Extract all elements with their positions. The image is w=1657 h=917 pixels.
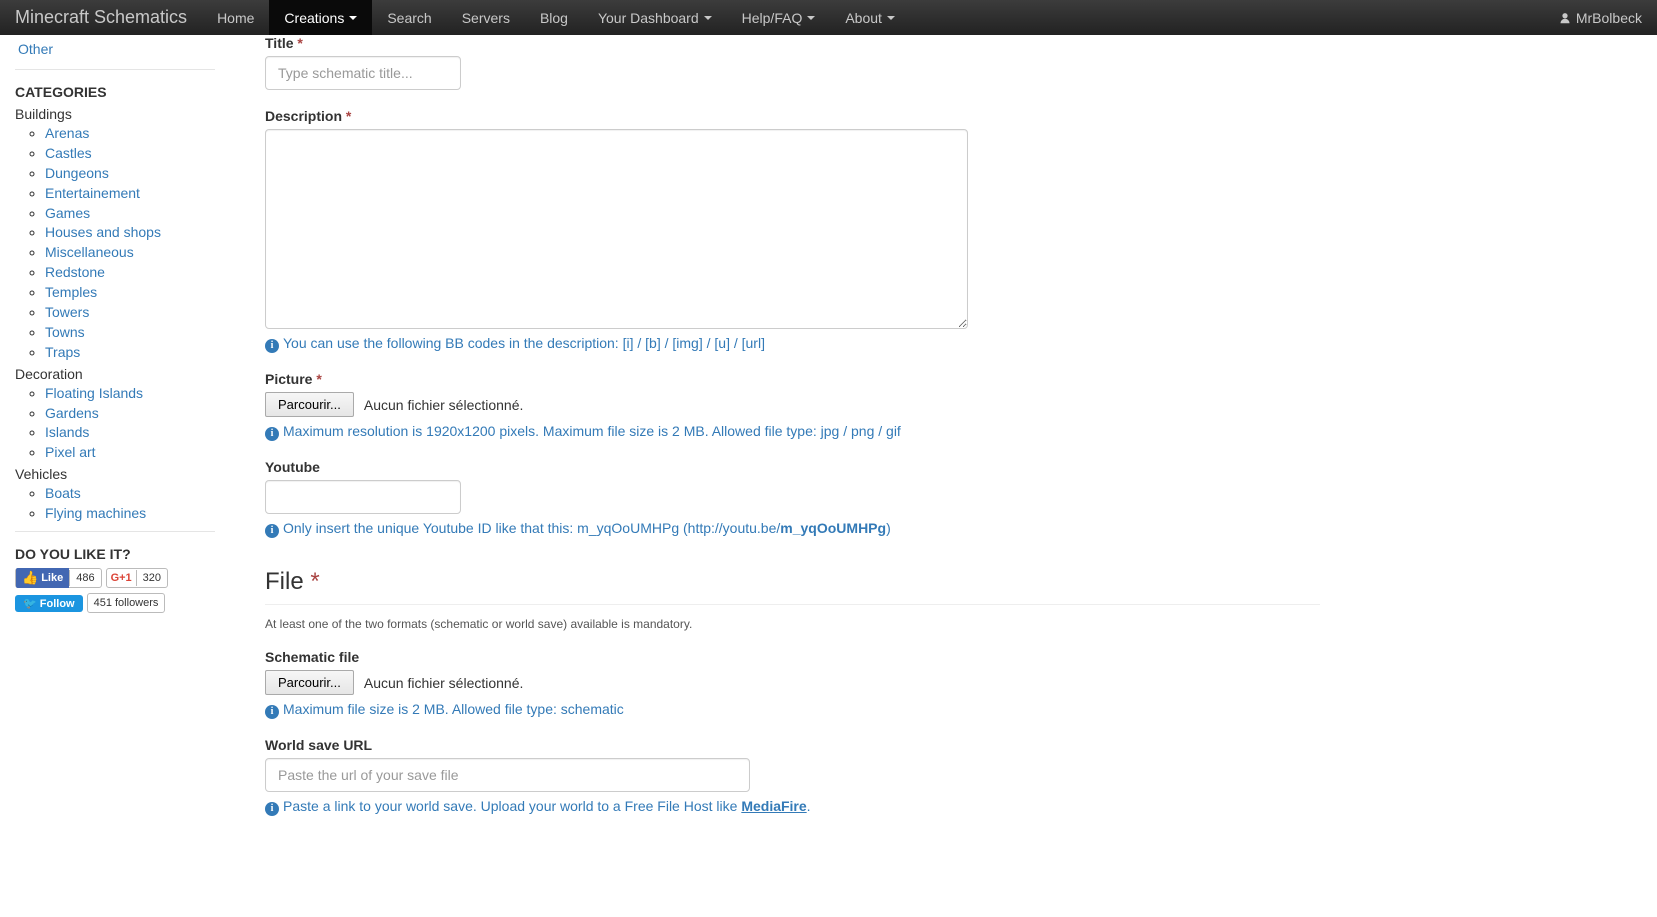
- picture-label: Picture *: [265, 371, 1320, 387]
- navbar: Minecraft Schematics Home Creations Sear…: [0, 0, 1657, 35]
- nav-help[interactable]: Help/FAQ: [727, 0, 831, 35]
- picture-browse-button[interactable]: Parcourir...: [265, 392, 354, 417]
- nav-blog[interactable]: Blog: [525, 0, 583, 35]
- group-buildings: Buildings: [15, 106, 215, 122]
- cat-temples[interactable]: Temples: [45, 284, 97, 300]
- info-icon: i: [265, 802, 279, 816]
- world-help: iPaste a link to your world save. Upload…: [265, 798, 1320, 816]
- cat-entertainement[interactable]: Entertainement: [45, 185, 140, 201]
- gplus-button[interactable]: G+1 320: [106, 568, 168, 588]
- twitter-count: 451 followers: [88, 595, 165, 611]
- nav-search[interactable]: Search: [372, 0, 446, 35]
- cat-gardens[interactable]: Gardens: [45, 405, 99, 421]
- like-heading: DO YOU LIKE IT?: [15, 546, 215, 562]
- caret-icon: [704, 16, 712, 20]
- file-section-heading: File *: [265, 568, 1320, 605]
- cat-towers[interactable]: Towers: [45, 304, 89, 320]
- caret-icon: [807, 16, 815, 20]
- group-vehicles: Vehicles: [15, 466, 215, 482]
- picture-help: iMaximum resolution is 1920x1200 pixels.…: [265, 423, 1320, 441]
- info-icon: i: [265, 524, 279, 538]
- group-decoration: Decoration: [15, 366, 215, 382]
- cat-towns[interactable]: Towns: [45, 324, 85, 340]
- world-url-label: World save URL: [265, 737, 1320, 753]
- main-content: Title * Description * iYou can use the f…: [230, 35, 1340, 864]
- youtube-label: Youtube: [265, 459, 1320, 475]
- categories-heading: CATEGORIES: [15, 84, 215, 100]
- nav-home[interactable]: Home: [202, 0, 269, 35]
- youtube-input[interactable]: [265, 480, 461, 514]
- info-icon: i: [265, 427, 279, 441]
- twitter-follow[interactable]: 🐦 Follow: [15, 593, 83, 613]
- file-note: At least one of the two formats (schemat…: [265, 617, 1320, 631]
- nav-about[interactable]: About: [830, 0, 910, 35]
- cat-castles[interactable]: Castles: [45, 145, 92, 161]
- title-label: Title *: [265, 35, 1320, 51]
- world-url-input[interactable]: [265, 758, 750, 792]
- fb-count: 486: [69, 570, 100, 586]
- username: MrBolbeck: [1576, 10, 1642, 26]
- gplus-count: 320: [136, 570, 167, 586]
- cat-redstone[interactable]: Redstone: [45, 264, 105, 280]
- cat-arenas[interactable]: Arenas: [45, 125, 89, 141]
- picture-file-status: Aucun fichier sélectionné.: [364, 397, 524, 413]
- user-icon: [1559, 12, 1571, 24]
- title-input[interactable]: [265, 56, 461, 90]
- brand[interactable]: Minecraft Schematics: [15, 7, 187, 28]
- user-menu[interactable]: MrBolbeck: [1559, 10, 1642, 26]
- description-textarea[interactable]: [265, 129, 968, 329]
- cat-traps[interactable]: Traps: [45, 344, 80, 360]
- cat-houses[interactable]: Houses and shops: [45, 224, 161, 240]
- schematic-browse-button[interactable]: Parcourir...: [265, 670, 354, 695]
- cat-flying[interactable]: Flying machines: [45, 505, 146, 521]
- sidebar: Other CATEGORIES Buildings Arenas Castle…: [0, 35, 230, 864]
- schematic-label: Schematic file: [265, 649, 1320, 665]
- description-help: iYou can use the following BB codes in t…: [265, 335, 1320, 353]
- info-icon: i: [265, 339, 279, 353]
- nav-dashboard[interactable]: Your Dashboard: [583, 0, 727, 35]
- caret-icon: [349, 16, 357, 20]
- nav-creations[interactable]: Creations: [269, 0, 372, 35]
- schematic-help: iMaximum file size is 2 MB. Allowed file…: [265, 701, 1320, 719]
- mediafire-link[interactable]: MediaFire: [741, 798, 806, 814]
- description-label: Description *: [265, 108, 1320, 124]
- caret-icon: [887, 16, 895, 20]
- cat-floating-islands[interactable]: Floating Islands: [45, 385, 143, 401]
- nav-servers[interactable]: Servers: [447, 0, 525, 35]
- facebook-like[interactable]: 👍Like 486: [15, 568, 102, 588]
- sidebar-link-other[interactable]: Other: [18, 41, 53, 57]
- cat-islands[interactable]: Islands: [45, 424, 89, 440]
- cat-games[interactable]: Games: [45, 205, 90, 221]
- cat-pixel-art[interactable]: Pixel art: [45, 444, 96, 460]
- info-icon: i: [265, 705, 279, 719]
- cat-dungeons[interactable]: Dungeons: [45, 165, 109, 181]
- youtube-help: iOnly insert the unique Youtube ID like …: [265, 520, 1320, 538]
- cat-misc[interactable]: Miscellaneous: [45, 244, 134, 260]
- cat-boats[interactable]: Boats: [45, 485, 81, 501]
- schematic-file-status: Aucun fichier sélectionné.: [364, 675, 524, 691]
